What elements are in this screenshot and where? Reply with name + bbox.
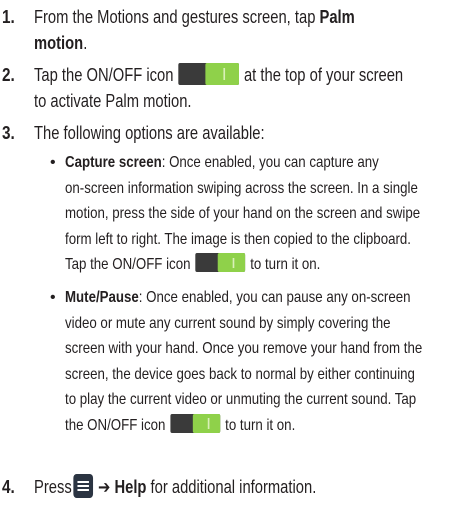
- step-text: From the Motions and gestures screen, ta…: [34, 7, 355, 53]
- step-text: Press ➔ Help for additional information.: [34, 474, 395, 500]
- on-off-toggle-icon: [195, 253, 246, 273]
- step-number: 4.: [2, 477, 15, 497]
- menu-key-icon: [73, 474, 94, 498]
- option-text: Capture screen: Once enabled, you can ca…: [65, 154, 421, 274]
- step-number: 2.: [2, 65, 15, 85]
- option-title: Mute/Pause: [65, 289, 139, 306]
- step-number: 1.: [2, 7, 15, 27]
- step-number: 3.: [2, 123, 15, 143]
- step-text: The following options are available:: [34, 123, 265, 143]
- on-off-toggle-icon: [170, 413, 221, 433]
- option-title: Capture screen: [65, 154, 162, 171]
- instruction-page: 1. From the Motions and gestures screen,…: [0, 0, 472, 506]
- option-text: Mute/Pause: Once enabled, you can pause …: [65, 289, 423, 434]
- help-label: Help: [114, 477, 147, 497]
- on-off-toggle-icon: [178, 63, 240, 85]
- palm-motion-label: Palm: [319, 7, 355, 27]
- step-text: Tap the ON/OFF icon at the top of your sc…: [34, 63, 404, 111]
- arrow-icon: ➔: [97, 477, 111, 497]
